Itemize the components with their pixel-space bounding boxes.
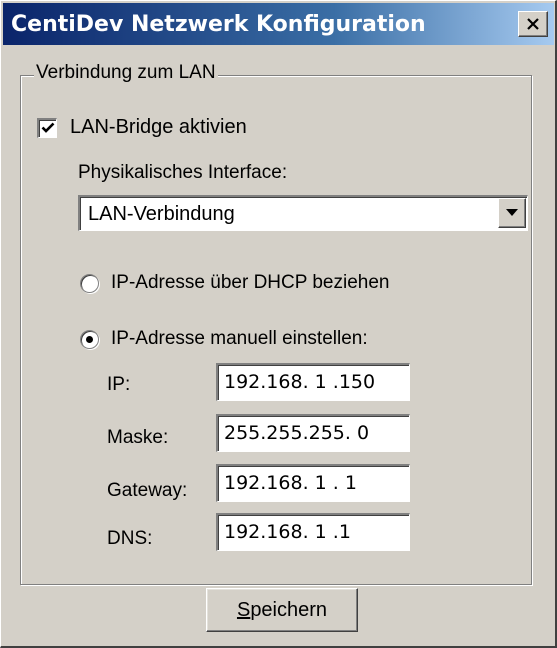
mask-label: Maske: xyxy=(107,427,169,448)
interface-select-value: LAN-Verbindung xyxy=(88,203,235,225)
checkmark-icon xyxy=(41,122,54,133)
dhcp-radio-row[interactable]: IP-Adresse über DHCP beziehen xyxy=(80,272,389,294)
gateway-input[interactable]: 192.168. 1 . 1 xyxy=(216,464,410,502)
radio-selected-dot xyxy=(86,335,93,343)
group-legend: Verbindung zum LAN xyxy=(34,62,218,84)
interface-dropdown-button[interactable] xyxy=(498,198,526,228)
dns-input[interactable]: 192.168. 1 .1 xyxy=(216,513,410,551)
dhcp-radio-label: IP-Adresse über DHCP beziehen xyxy=(111,272,390,293)
chevron-down-icon xyxy=(506,209,518,216)
save-button-mnemonic: S xyxy=(236,598,251,621)
window-title: CentiDev Netzwerk Konfiguration xyxy=(11,12,426,37)
ip-address-input[interactable]: 192.168. 1 .150 xyxy=(216,363,410,401)
dns-label: DNS: xyxy=(107,528,153,549)
lan-bridge-checkbox[interactable] xyxy=(37,117,57,138)
close-icon xyxy=(527,18,539,30)
dhcp-radio[interactable] xyxy=(80,273,99,293)
interface-label: Physikalisches Interface: xyxy=(78,162,288,183)
manual-radio-label: IP-Adresse manuell einstellen: xyxy=(111,328,368,349)
ip-label: IP: xyxy=(107,374,131,395)
title-bar[interactable]: CentiDev Netzwerk Konfiguration xyxy=(3,3,554,45)
lan-bridge-checkbox-row[interactable]: LAN-Bridge aktivien xyxy=(37,116,247,139)
save-button-label: peichern xyxy=(250,598,328,621)
manual-radio[interactable] xyxy=(80,329,99,349)
manual-radio-row[interactable]: IP-Adresse manuell einstellen: xyxy=(80,328,368,350)
lan-bridge-label: LAN-Bridge aktivien xyxy=(70,116,247,138)
subnet-mask-input[interactable]: 255.255.255. 0 xyxy=(216,414,410,452)
gateway-label: Gateway: xyxy=(107,480,188,501)
save-button[interactable]: Speichern xyxy=(206,588,358,632)
interface-select[interactable]: LAN-Verbindung xyxy=(78,195,528,231)
close-button[interactable] xyxy=(518,11,548,37)
